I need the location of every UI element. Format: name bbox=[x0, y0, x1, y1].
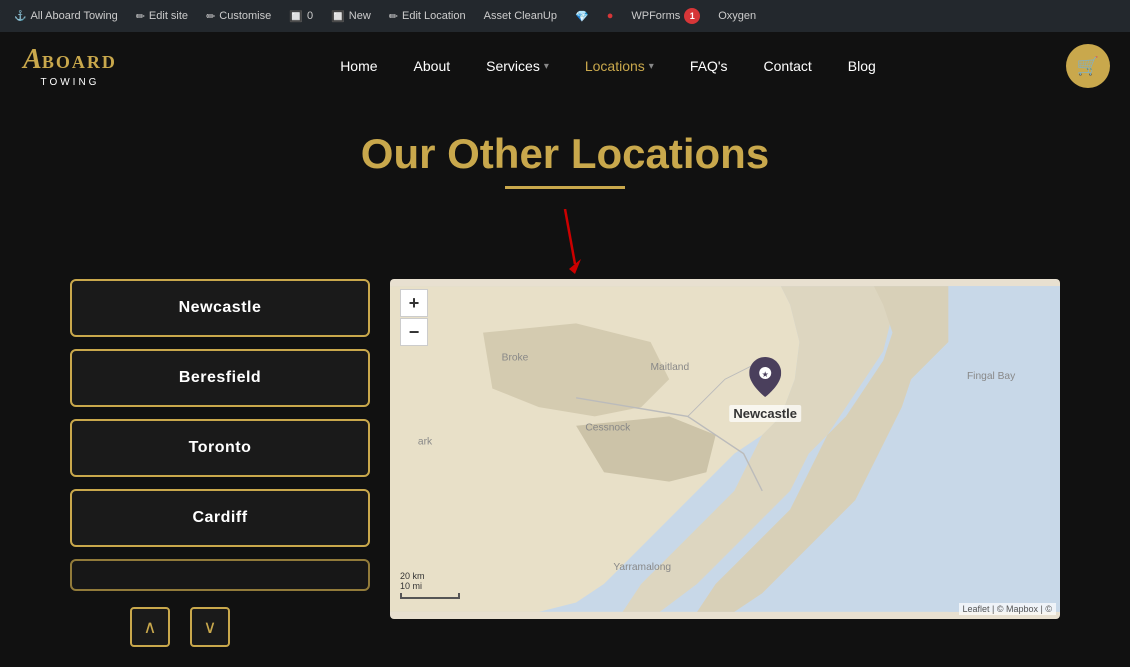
admin-edit-site[interactable]: ✏ Edit site bbox=[128, 0, 196, 32]
main-content: Our Other Locations Newcastle Beresfield… bbox=[0, 100, 1130, 667]
logo-text: ABOARD bbox=[23, 43, 117, 77]
nav-contact[interactable]: Contact bbox=[746, 32, 830, 100]
map-marker-label: Newcastle bbox=[729, 405, 801, 422]
nav-locations[interactable]: Locations ▾ bbox=[567, 32, 672, 100]
admin-customise[interactable]: ✏ Customise bbox=[198, 0, 279, 32]
section-heading: Our Other Locations bbox=[70, 130, 1060, 178]
services-chevron-icon: ▾ bbox=[544, 61, 549, 72]
svg-text:Yarramalong: Yarramalong bbox=[613, 562, 671, 573]
admin-oxygen[interactable]: Oxygen bbox=[710, 0, 764, 32]
up-arrow-icon: ∧ bbox=[143, 617, 156, 638]
main-nav: Home About Services ▾ Locations ▾ FAQ's … bbox=[150, 32, 1066, 100]
logo-subtext: TOWING bbox=[23, 77, 117, 89]
svg-text:ark: ark bbox=[418, 436, 433, 447]
wpforms-badge: 1 bbox=[684, 8, 700, 24]
pencil-icon: ✏ bbox=[136, 10, 145, 23]
nav-faqs[interactable]: FAQ's bbox=[672, 32, 746, 100]
location-partial[interactable] bbox=[70, 559, 370, 591]
map-marker: ★ Newcastle bbox=[729, 357, 801, 422]
red-dot-icon: ● bbox=[607, 10, 614, 22]
nav-bar: ABOARD TOWING Home About Services ▾ Loca… bbox=[0, 32, 1130, 100]
section-title: Our Other Locations bbox=[70, 130, 1060, 189]
locations-chevron-icon: ▾ bbox=[649, 61, 654, 72]
admin-red-circle[interactable]: ● bbox=[599, 0, 622, 32]
location-toronto[interactable]: Toronto bbox=[70, 419, 370, 477]
zoom-in-button[interactable]: + bbox=[400, 289, 428, 317]
red-arrow-container bbox=[70, 209, 1060, 269]
diamond-icon: 💎 bbox=[575, 10, 589, 23]
locations-list: Newcastle Beresfield Toronto Cardiff bbox=[70, 279, 370, 591]
content-row: Newcastle Beresfield Toronto Cardiff ∧ ∨ bbox=[70, 279, 1060, 647]
map-attribution: Leaflet | © Mapbox | © bbox=[959, 603, 1056, 615]
admin-comments[interactable]: 🔲 0 bbox=[281, 0, 321, 32]
admin-edit-location[interactable]: ✏ Edit Location bbox=[381, 0, 474, 32]
svg-text:★: ★ bbox=[762, 370, 769, 379]
admin-asset-cleanup[interactable]: Asset CleanUp bbox=[476, 0, 565, 32]
location-beresfield[interactable]: Beresfield bbox=[70, 349, 370, 407]
logo[interactable]: ABOARD TOWING bbox=[20, 40, 120, 92]
new-icon: 🔲 bbox=[331, 10, 345, 23]
admin-diamond[interactable]: 💎 bbox=[567, 0, 597, 32]
admin-wpforms[interactable]: WPForms 1 bbox=[623, 0, 708, 32]
nav-about[interactable]: About bbox=[396, 32, 469, 100]
comment-icon: 🔲 bbox=[289, 10, 303, 23]
locations-panel: Newcastle Beresfield Toronto Cardiff ∧ ∨ bbox=[70, 279, 370, 647]
svg-text:Cessnock: Cessnock bbox=[585, 422, 631, 433]
svg-text:Maitland: Maitland bbox=[651, 362, 690, 373]
location-newcastle[interactable]: Newcastle bbox=[70, 279, 370, 337]
map-background: Broke Maitland Cessnock ark Fingal Bay Y… bbox=[390, 279, 1060, 619]
anchor-icon: ⚓ bbox=[14, 11, 26, 22]
nav-services[interactable]: Services ▾ bbox=[468, 32, 567, 100]
red-arrow-icon bbox=[545, 209, 585, 279]
admin-bar: ⚓ All Aboard Towing ✏ Edit site ✏ Custom… bbox=[0, 0, 1130, 32]
map-zoom-controls: + − bbox=[400, 289, 428, 346]
nav-blog[interactable]: Blog bbox=[830, 32, 894, 100]
next-arrow-button[interactable]: ∨ bbox=[190, 607, 230, 647]
down-arrow-icon: ∨ bbox=[203, 617, 216, 638]
admin-aboard-towing[interactable]: ⚓ All Aboard Towing bbox=[6, 0, 126, 32]
map-container: Broke Maitland Cessnock ark Fingal Bay Y… bbox=[390, 279, 1060, 619]
customise-icon: ✏ bbox=[206, 10, 215, 23]
zoom-out-button[interactable]: − bbox=[400, 318, 428, 346]
svg-text:Fingal Bay: Fingal Bay bbox=[967, 371, 1016, 382]
edit-icon: ✏ bbox=[389, 10, 398, 23]
title-underline bbox=[505, 186, 625, 189]
nav-arrows: ∧ ∨ bbox=[70, 607, 370, 647]
svg-text:Broke: Broke bbox=[502, 353, 529, 364]
marker-pin-icon: ★ bbox=[749, 357, 781, 397]
location-cardiff[interactable]: Cardiff bbox=[70, 489, 370, 547]
cart-icon[interactable]: 🛒 bbox=[1066, 44, 1110, 88]
cart-bag-icon: 🛒 bbox=[1077, 56, 1099, 77]
admin-new[interactable]: 🔲 New bbox=[323, 0, 379, 32]
nav-home[interactable]: Home bbox=[322, 32, 395, 100]
map-scale: 20 km 10 mi bbox=[400, 571, 460, 599]
prev-arrow-button[interactable]: ∧ bbox=[130, 607, 170, 647]
